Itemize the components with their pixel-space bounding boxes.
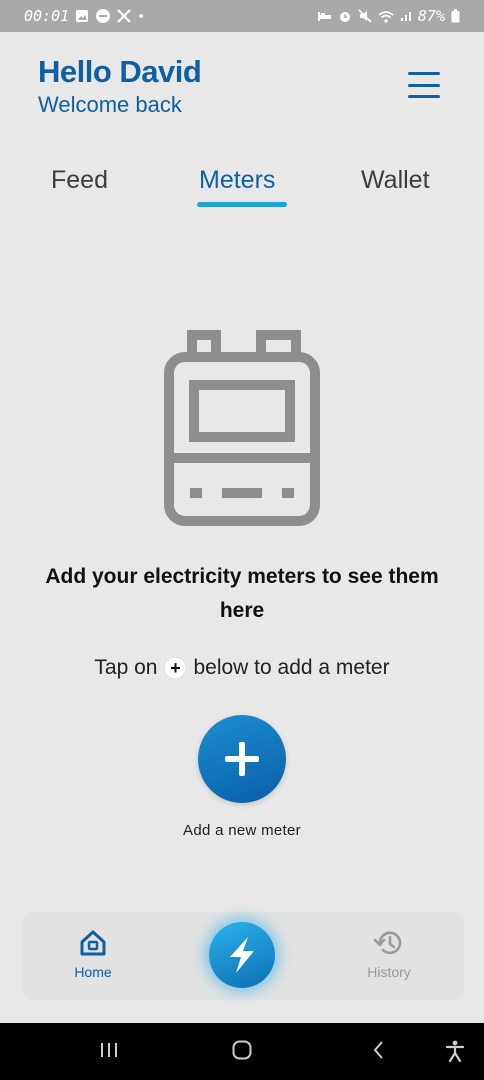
empty-state-title: Add your electricity meters to see them … (45, 565, 439, 622)
hamburger-menu-icon[interactable] (408, 72, 440, 98)
tab-feed[interactable]: Feed (51, 166, 108, 195)
signal-icon (400, 10, 412, 22)
nav-history-label: History (367, 964, 411, 980)
tab-wallet[interactable]: Wallet (361, 166, 430, 195)
electricity-meter-icon (162, 328, 322, 530)
history-icon (349, 928, 429, 958)
greeting-title: Hello David (38, 54, 202, 89)
hint-text-before: Tap on (94, 656, 158, 679)
plus-icon: + (165, 658, 186, 678)
gallery-icon (75, 9, 89, 23)
greeting-subtitle: Welcome back (38, 92, 182, 117)
do-not-disturb-icon (95, 8, 111, 24)
tab-meters[interactable]: Meters (199, 166, 275, 195)
mute-icon (358, 9, 372, 23)
dot-icon (137, 12, 145, 20)
bottom-nav: Home History (22, 912, 464, 1000)
lightning-bolt-button[interactable] (209, 922, 275, 988)
accessibility-icon[interactable] (444, 1039, 466, 1067)
tab-bar: Feed Meters Wallet (0, 166, 484, 216)
screen: 00:01 87% Hello David Welcome back Feed … (0, 0, 484, 1080)
system-nav-bar (0, 1023, 484, 1080)
wifi-icon (378, 10, 394, 23)
hint-text-after: below to add a meter (193, 656, 390, 679)
add-meter-label: Add a new meter (183, 822, 301, 839)
greeting: Hello David Welcome back (38, 54, 202, 120)
nav-history[interactable]: History (349, 928, 429, 980)
alarm-icon (338, 9, 352, 23)
plus-icon (225, 742, 259, 776)
add-meter-button[interactable] (198, 715, 286, 803)
active-tab-indicator (197, 202, 287, 207)
menu-line (408, 95, 440, 98)
battery-percent: 87% (417, 7, 445, 25)
empty-state-hint: Tap on + below to add a meter (0, 656, 484, 680)
recent-apps-icon[interactable] (98, 1039, 120, 1065)
home-icon (53, 928, 133, 958)
menu-line (408, 83, 440, 87)
status-right: 87% (317, 7, 460, 25)
status-bar: 00:01 87% (0, 0, 484, 32)
status-left: 00:01 (24, 7, 145, 25)
x-app-icon (117, 9, 131, 23)
nav-home-label: Home (74, 964, 112, 980)
home-button-icon[interactable] (231, 1039, 253, 1065)
bed-icon (317, 10, 332, 22)
lightning-bolt-icon (230, 937, 254, 973)
status-time: 00:01 (24, 7, 70, 25)
nav-home[interactable]: Home (53, 928, 133, 980)
menu-line (408, 72, 440, 75)
back-icon[interactable] (369, 1039, 389, 1065)
battery-icon (451, 9, 460, 23)
